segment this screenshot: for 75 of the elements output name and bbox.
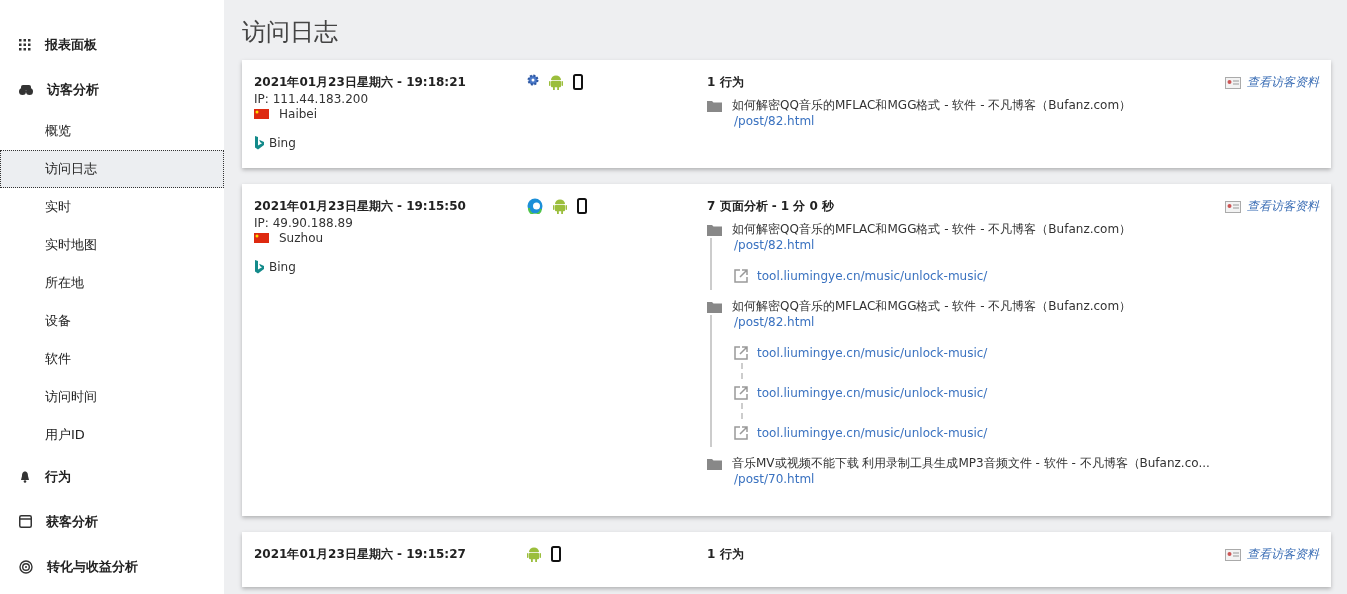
- view-profile-link[interactable]: 查看访客资料: [1225, 546, 1319, 563]
- sidebar-section[interactable]: 报表面板: [0, 22, 224, 67]
- sidebar-item[interactable]: 所在地: [0, 264, 224, 302]
- folder-icon: [707, 223, 722, 236]
- folder-icon: [707, 300, 722, 313]
- external-link-icon: [734, 346, 748, 360]
- sidebar-item[interactable]: 访问时间: [0, 378, 224, 416]
- visit-datetime: 2021年01月23日星期六 - 19:15:50: [254, 198, 467, 215]
- profile-card-icon: [1225, 76, 1241, 89]
- browser-logo-icon: [527, 198, 543, 214]
- referrer-name: Bing: [269, 260, 296, 274]
- bing-logo-icon: [254, 260, 265, 274]
- page-path-link[interactable]: /post/82.html: [734, 315, 1319, 329]
- outlink[interactable]: tool.liumingye.cn/music/unlock-music/: [757, 386, 988, 400]
- flag-icon: [254, 233, 269, 243]
- city-name: Haibei: [279, 107, 318, 121]
- page-title-text: 如何解密QQ音乐的MFLAC和MGG格式 - 软件 - 不凡博客（Bufanz.com）: [732, 97, 1132, 114]
- grid-icon: [19, 38, 31, 51]
- page-path-link[interactable]: /post/82.html: [734, 114, 1319, 128]
- profile-card-icon: [1225, 548, 1241, 561]
- action-summary: 1 行为: [707, 74, 744, 91]
- smartphone-icon: [551, 546, 561, 562]
- sidebar-section[interactable]: 访客分析: [0, 67, 224, 112]
- page-path-link[interactable]: /post/82.html: [734, 238, 1319, 252]
- android-icon: [549, 74, 563, 90]
- sidebar-section-label: 访客分析: [47, 80, 99, 99]
- sidebar-section[interactable]: 转化与收益分析: [0, 544, 224, 589]
- profile-card-icon: [1225, 200, 1241, 213]
- outlink[interactable]: tool.liumingye.cn/music/unlock-music/: [757, 426, 988, 440]
- android-icon: [527, 546, 541, 562]
- folder-icon: [707, 99, 722, 112]
- referrer-name: Bing: [269, 136, 296, 150]
- sidebar-item[interactable]: 访问日志: [0, 150, 224, 188]
- action-summary: 1 行为: [707, 546, 744, 563]
- bell-icon: [19, 470, 31, 483]
- external-link-icon: [734, 426, 748, 440]
- sidebar-section-label: 行为: [45, 467, 71, 486]
- visit-datetime: 2021年01月23日星期六 - 19:18:21: [254, 74, 467, 91]
- sidebar-section[interactable]: 获客分析: [0, 499, 224, 544]
- action-summary: 7 页面分析 - 1 分 0 秒: [707, 198, 835, 215]
- sidebar-item[interactable]: 软件: [0, 340, 224, 378]
- sidebar-item[interactable]: 实时: [0, 188, 224, 226]
- binoculars-icon: [19, 83, 33, 96]
- ip-address: IP: 49.90.188.89: [254, 216, 354, 230]
- folder-icon: [707, 457, 722, 470]
- outlink[interactable]: tool.liumingye.cn/music/unlock-music/: [757, 269, 988, 283]
- sidebar-item[interactable]: 概览: [0, 112, 224, 150]
- page-title-text: 如何解密QQ音乐的MFLAC和MGG格式 - 软件 - 不凡博客（Bufanz.com）: [732, 221, 1132, 238]
- sidebar-section[interactable]: 行为: [0, 454, 224, 499]
- sidebar-item[interactable]: 设备: [0, 302, 224, 340]
- sidebar-section-label: 报表面板: [45, 35, 97, 54]
- external-link-icon: [734, 386, 748, 400]
- sidebar-section-label: 获客分析: [46, 512, 98, 531]
- visit-datetime: 2021年01月23日星期六 - 19:15:27: [254, 546, 467, 563]
- sidebar-section-label: 转化与收益分析: [47, 557, 138, 576]
- view-profile-link[interactable]: 查看访客资料: [1225, 74, 1319, 91]
- page-title-text: 如何解密QQ音乐的MFLAC和MGG格式 - 软件 - 不凡博客（Bufanz.com）: [732, 298, 1132, 315]
- external-link-icon: [734, 269, 748, 283]
- page-path-link[interactable]: /post/70.html: [734, 472, 1319, 486]
- smartphone-icon: [577, 198, 587, 214]
- smartphone-icon: [573, 74, 583, 90]
- sidebar-item[interactable]: 实时地图: [0, 226, 224, 264]
- gear-icon: [527, 74, 539, 86]
- view-profile-link[interactable]: 查看访客资料: [1225, 198, 1319, 215]
- flag-icon: [254, 109, 269, 119]
- android-icon: [553, 198, 567, 214]
- city-name: Suzhou: [279, 231, 324, 245]
- sidebar-item[interactable]: 用户ID: [0, 416, 224, 454]
- outlink[interactable]: tool.liumingye.cn/music/unlock-music/: [757, 346, 988, 360]
- page-title: 访问日志: [242, 17, 339, 48]
- bing-logo-icon: [254, 136, 265, 150]
- window-icon: [19, 515, 32, 528]
- page-title-text: 音乐MV或视频不能下载 利用录制工具生成MP3音频文件 - 软件 - 不凡博客（Bufanz.co...: [732, 455, 1210, 472]
- ip-address: IP: 111.44.183.200: [254, 92, 370, 106]
- target-icon: [19, 559, 33, 574]
